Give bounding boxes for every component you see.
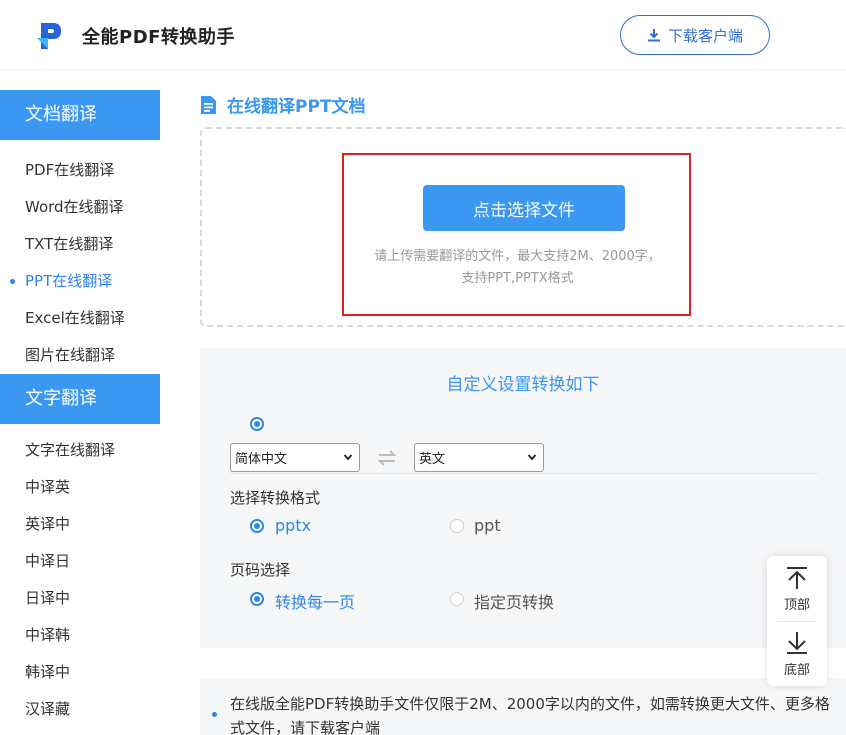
sidebar-text-list: 文字在线翻译 中译英 英译中 中译日 日译中 中译韩 韩译中 汉译藏 — [0, 424, 160, 728]
sidebar-item-zh-en[interactable]: 中译英 — [0, 469, 160, 506]
upload-hint-line2: 支持PPT,PPTX格式 — [461, 271, 574, 286]
page-radio-specific[interactable] — [450, 592, 464, 606]
arrow-up-icon — [787, 567, 807, 589]
target-language-value: 英文 — [419, 452, 446, 467]
sidebar-item-ko-zh[interactable]: 韩译中 — [0, 654, 160, 691]
sidebar-item-en-zh[interactable]: 英译中 — [0, 506, 160, 543]
sidebar-item-txt[interactable]: TXT在线翻译 — [0, 226, 160, 263]
sidebar-item-image[interactable]: 图片在线翻译 — [0, 337, 160, 374]
app-logo-icon[interactable] — [33, 20, 65, 52]
page-radio-all[interactable] — [250, 592, 264, 606]
select-file-button[interactable]: 点击选择文件 — [423, 185, 625, 231]
upload-hint: 请上传需要翻译的文件，最大支持2M、2000字， 支持PPT,PPTX格式 — [350, 246, 685, 290]
section-title: 在线翻译PPT文档 — [200, 92, 366, 117]
sidebar-item-ppt[interactable]: PPT在线翻译 — [0, 263, 160, 300]
page-label: 页码选择 — [230, 561, 291, 579]
active-dot-icon — [10, 279, 15, 284]
section-title-text: 在线翻译PPT文档 — [227, 97, 366, 117]
sidebar-item-excel[interactable]: Excel在线翻译 — [0, 300, 160, 337]
download-client-button[interactable]: 下载客户端 — [620, 15, 770, 55]
download-icon — [647, 29, 660, 42]
notice-text: 在线版全能PDF转换助手文件仅限于2M、2000字以内的文件，如需转换更大文件、… — [230, 695, 830, 735]
back-to-top-button[interactable]: 顶部 — [767, 556, 827, 621]
sidebar-header-text-translate[interactable]: 文字翻译 — [0, 374, 160, 424]
source-language-select[interactable]: 简体中文 — [230, 443, 360, 472]
settings-title: 自定义设置转换如下 — [446, 375, 600, 395]
sidebar: 文档翻译 PDF在线翻译 Word在线翻译 TXT在线翻译 PPT在线翻译 Ex… — [0, 90, 160, 728]
settings-panel: 自定义设置转换如下 简体中文 英文 选择转换格式 pptx ppt 页码选择 转… — [200, 348, 846, 648]
highlight-box — [342, 153, 691, 316]
go-to-bottom-button[interactable]: 底部 — [767, 621, 827, 686]
format-radio-ppt[interactable] — [450, 519, 464, 533]
chevron-down-icon — [343, 454, 353, 461]
back-to-top-label: 顶部 — [783, 598, 810, 613]
download-client-label: 下载客户端 — [667, 26, 743, 45]
source-language-value: 简体中文 — [235, 452, 288, 467]
sidebar-item-zh-ja[interactable]: 中译日 — [0, 543, 160, 580]
sidebar-doc-list: PDF在线翻译 Word在线翻译 TXT在线翻译 PPT在线翻译 Excel在线… — [0, 140, 160, 374]
page-option-specific[interactable]: 指定页转换 — [474, 589, 554, 613]
target-language-select[interactable]: 英文 — [414, 443, 544, 472]
upload-hint-line1: 请上传需要翻译的文件，最大支持2M、2000字， — [374, 249, 661, 264]
float-toolbar: 顶部 底部 — [767, 556, 827, 686]
sidebar-header-doc-translate[interactable]: 文档翻译 — [0, 90, 160, 140]
document-icon — [201, 95, 216, 114]
app-title: 全能PDF转换助手 — [82, 27, 235, 48]
format-option-pptx[interactable]: pptx — [275, 516, 311, 535]
sidebar-item-zh-bo[interactable]: 汉译藏 — [0, 691, 160, 728]
sidebar-item-ja-zh[interactable]: 日译中 — [0, 580, 160, 617]
format-label: 选择转换格式 — [230, 489, 321, 507]
sidebar-item-zh-ko[interactable]: 中译韩 — [0, 617, 160, 654]
lang-radio[interactable] — [250, 417, 264, 431]
notice-box: 在线版全能PDF转换助手文件仅限于2M、2000字以内的文件，如需转换更大文件、… — [200, 678, 846, 735]
sidebar-item-ppt-label: PPT在线翻译 — [25, 272, 113, 290]
sidebar-item-text-online[interactable]: 文字在线翻译 — [0, 432, 160, 469]
sidebar-item-pdf[interactable]: PDF在线翻译 — [0, 152, 160, 189]
go-to-bottom-label: 底部 — [783, 663, 810, 678]
format-radio-pptx[interactable] — [250, 519, 264, 533]
bullet-icon — [212, 712, 217, 717]
chevron-down-icon — [527, 454, 537, 461]
header: 全能PDF转换助手 下载客户端 — [0, 0, 846, 70]
swap-language-icon[interactable] — [376, 448, 398, 468]
format-option-ppt[interactable]: ppt — [474, 516, 501, 535]
page-option-all[interactable]: 转换每一页 — [275, 589, 355, 613]
sidebar-item-word[interactable]: Word在线翻译 — [0, 189, 160, 226]
divider — [230, 473, 818, 474]
arrow-down-icon — [787, 632, 807, 654]
